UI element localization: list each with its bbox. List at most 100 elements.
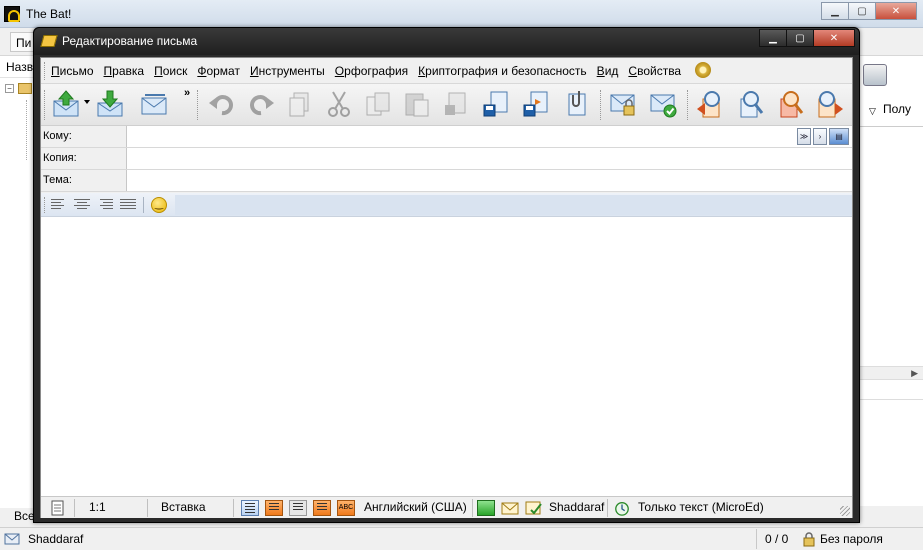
message-editor-window: Редактирование письма ▁ ▢ ✕ Письмо Правк… (33, 27, 860, 523)
subject-label: Тема: (41, 170, 127, 191)
undo-icon[interactable] (207, 89, 237, 119)
editor-title-bar[interactable]: Редактирование письма ▁ ▢ ✕ (34, 28, 859, 55)
menu-item-format[interactable]: Формат (197, 64, 240, 78)
sort-chevron-icon[interactable]: ▽ (869, 106, 876, 117)
expand-address-icon[interactable]: ≫ (797, 128, 811, 145)
align-justify-icon[interactable] (120, 197, 136, 213)
status-insert-mode[interactable]: Вставка (161, 500, 206, 516)
redo-icon[interactable] (246, 89, 276, 119)
folder-tree: − (0, 78, 36, 508)
copy-doc-icon[interactable] (285, 89, 315, 119)
status-editor-mode[interactable]: Только текст (MicroEd) (638, 500, 764, 516)
editor-minimize-button[interactable]: ▁ (759, 29, 787, 47)
toolbar-grip-4[interactable] (687, 90, 690, 120)
align-left-icon[interactable] (51, 197, 67, 213)
toolbar-grip-3[interactable] (600, 90, 603, 120)
editor-title: Редактирование письма (62, 34, 198, 48)
align-center-icon[interactable] (74, 197, 90, 213)
paste-icon[interactable] (402, 89, 432, 119)
menu-item-properties[interactable]: Свойства (628, 64, 681, 78)
subject-field[interactable] (131, 170, 849, 191)
smiley-icon[interactable] (151, 197, 167, 213)
preview-header (859, 384, 923, 400)
tree-line (26, 100, 27, 160)
editor-menu-bar: Письмо Правка Поиск Формат Инструменты О… (41, 58, 852, 84)
spellcheck-icon[interactable]: ABC (337, 500, 355, 516)
account-icon[interactable] (525, 500, 543, 516)
menu-item-spelling[interactable]: Орфография (335, 64, 408, 78)
filter-tab-all[interactable]: Все (14, 509, 35, 523)
sign-letter-icon[interactable] (648, 89, 678, 119)
bat-app-icon (4, 6, 20, 22)
column-header-name[interactable]: Назв (6, 60, 33, 74)
settings-gear-icon[interactable] (695, 62, 711, 78)
toolbar-more-button[interactable]: » (184, 87, 190, 99)
draft-icon[interactable] (139, 89, 169, 119)
toolbar-grip[interactable] (44, 90, 47, 120)
column-header-received[interactable]: Полу (883, 102, 911, 116)
cut-icon[interactable] (324, 89, 354, 119)
to-field[interactable] (131, 126, 849, 147)
queue-icon[interactable] (95, 89, 125, 119)
attach-file-icon[interactable] (561, 89, 591, 119)
format-bar-grip[interactable] (44, 197, 47, 213)
quote-format-icon[interactable] (265, 500, 283, 516)
message-body-editor[interactable] (41, 217, 852, 496)
status-account[interactable]: Shaddaraf (549, 500, 604, 516)
account-icon (4, 533, 20, 545)
align-right-icon[interactable] (97, 197, 113, 213)
plain-text-icon[interactable] (241, 500, 259, 516)
editor-menu-items: Письмо Правка Поиск Формат Инструменты О… (51, 64, 691, 78)
green-status-icon[interactable] (477, 500, 495, 516)
status-divider (607, 499, 608, 517)
rewrap-icon[interactable] (313, 500, 331, 516)
mail-status-icon[interactable] (501, 500, 519, 516)
menu-item-view[interactable]: Вид (597, 64, 619, 78)
paste-special-icon[interactable] (441, 89, 471, 119)
find-highlight-icon[interactable] (775, 89, 805, 119)
menu-item-crypto[interactable]: Криптография и безопасность (418, 64, 587, 78)
wrap-text-icon[interactable] (289, 500, 307, 516)
encrypt-letter-icon[interactable] (608, 89, 638, 119)
document-icon[interactable] (51, 500, 65, 516)
status-language[interactable]: Английский (США) (364, 500, 467, 516)
send-icon[interactable] (51, 89, 81, 119)
cc-field[interactable] (131, 148, 849, 169)
menu-item-tools[interactable]: Инструменты (250, 64, 325, 78)
editor-close-button[interactable]: ✕ (813, 29, 855, 47)
minimize-button[interactable]: ▁ (821, 2, 849, 20)
find-icon[interactable] (735, 89, 765, 119)
address-next-icon[interactable]: › (813, 128, 827, 145)
resize-grip[interactable] (840, 506, 850, 516)
send-dropdown-icon[interactable] (84, 100, 90, 104)
horizontal-scrollbar[interactable]: ▶ (859, 366, 923, 380)
main-title-bar: The Bat! ▁ ▢ ✕ (0, 0, 923, 28)
lock-icon (803, 532, 815, 547)
find-prev-icon[interactable] (695, 89, 725, 119)
status-divider (74, 499, 75, 517)
main-window-title: The Bat! (26, 7, 72, 21)
menu-item-letter[interactable]: Письмо (51, 64, 94, 78)
insert-file-icon[interactable] (521, 89, 551, 119)
printer-icon[interactable] (863, 64, 887, 86)
tree-expand-icon[interactable]: − (5, 84, 14, 93)
menu-item-edit[interactable]: Правка (104, 64, 145, 78)
copy-icon[interactable] (363, 89, 393, 119)
edit-letter-icon (40, 35, 58, 47)
address-book-icon[interactable]: ▤ (829, 128, 849, 145)
menu-item-search[interactable]: Поиск (154, 64, 187, 78)
menu-grip[interactable] (44, 62, 47, 80)
editor-mode-icon[interactable] (613, 500, 631, 516)
folder-icon[interactable] (18, 83, 32, 94)
editor-window-controls: ▁ ▢ ✕ (759, 29, 855, 47)
save-to-file-icon[interactable] (481, 89, 511, 119)
toolbar-grip-2[interactable] (197, 90, 200, 120)
message-list-pane: ▽ Полу ▶ (858, 56, 923, 506)
close-button[interactable]: ✕ (875, 2, 917, 20)
find-next-icon[interactable] (815, 89, 845, 119)
status-divider (472, 499, 473, 517)
scroll-right-icon[interactable]: ▶ (911, 368, 918, 379)
editor-maximize-button[interactable]: ▢ (786, 29, 814, 47)
formatting-toolbar (41, 193, 852, 217)
maximize-button[interactable]: ▢ (848, 2, 876, 20)
